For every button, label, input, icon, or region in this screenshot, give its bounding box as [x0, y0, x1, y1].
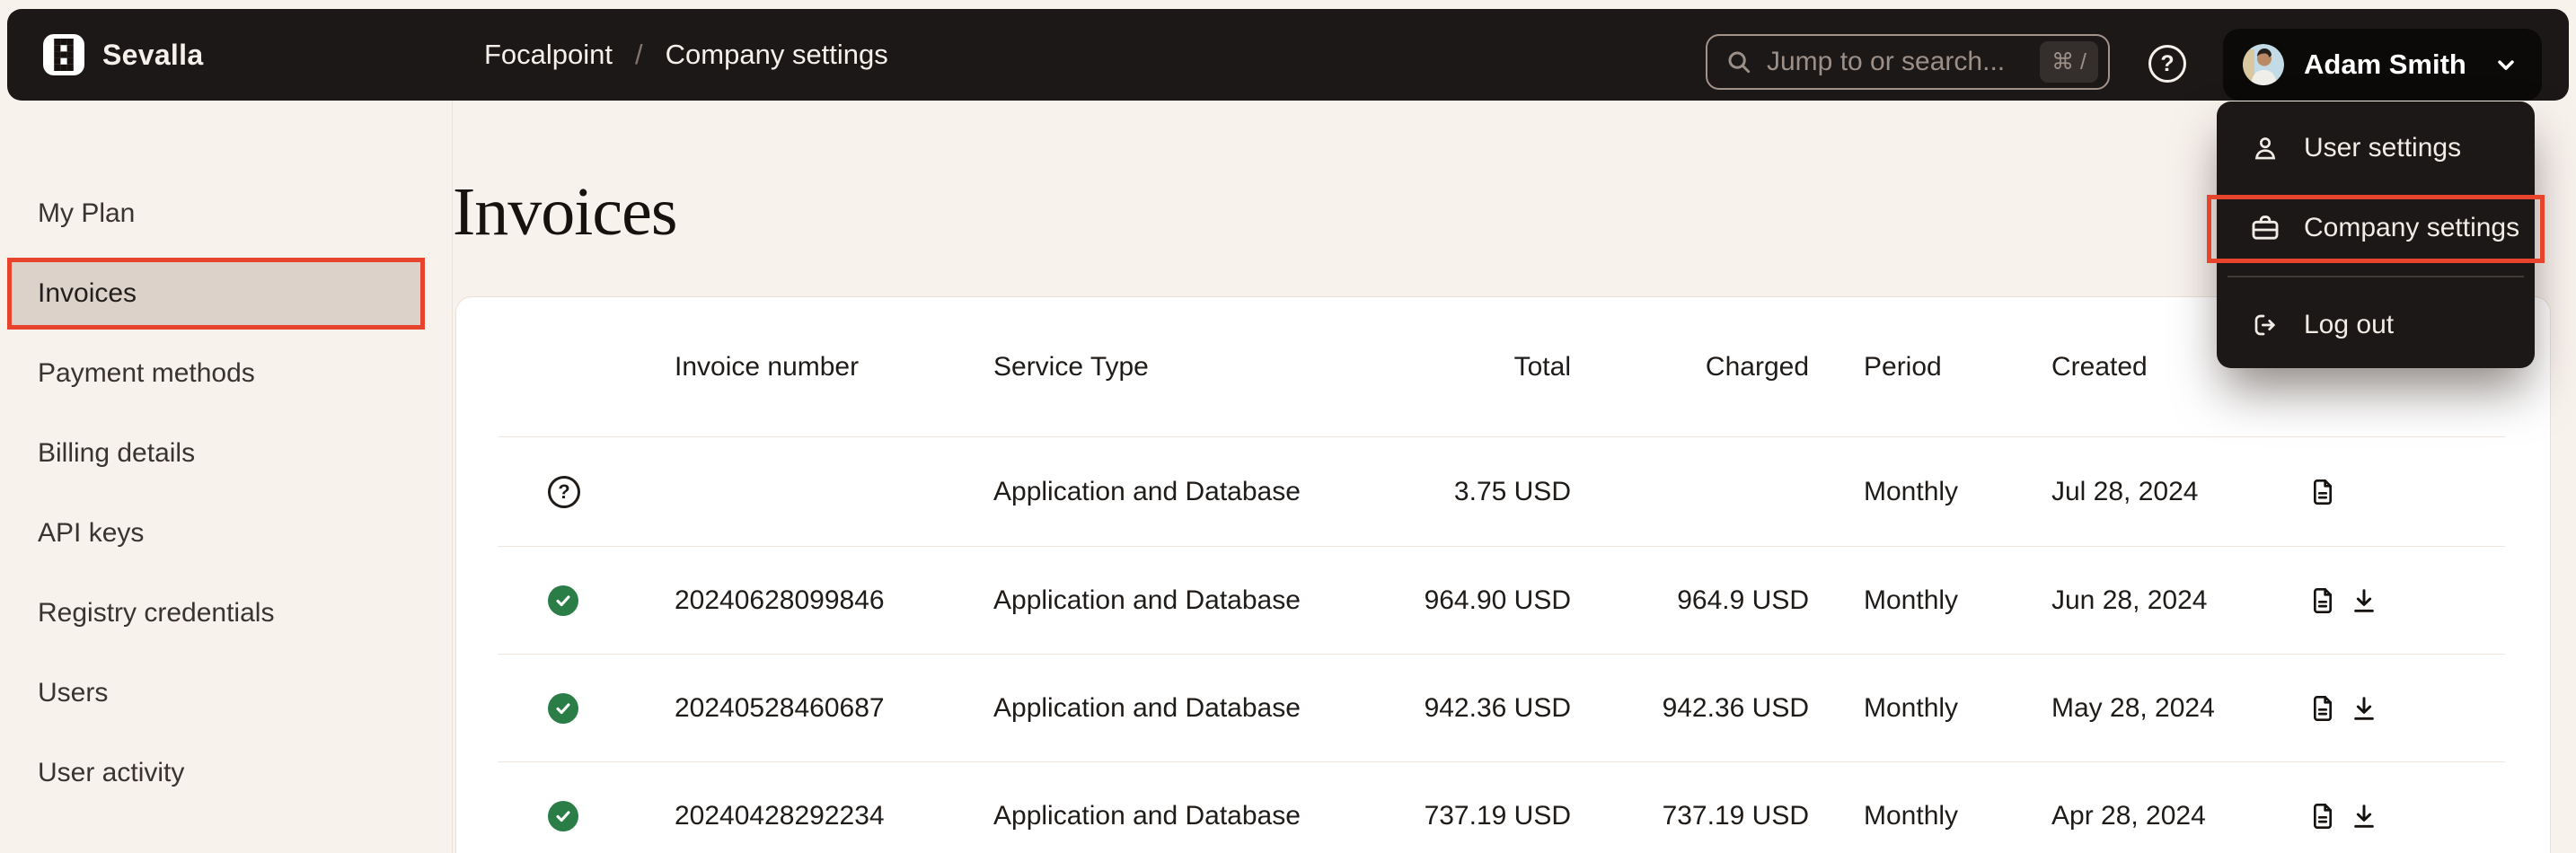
- period-cell: Monthly: [1809, 801, 2051, 831]
- table-row: 20240428292234 Application and Database …: [498, 761, 2505, 853]
- created-cell: May 28, 2024: [2051, 693, 2307, 724]
- settings-sidebar: My Plan Invoices Payment methods Billing…: [7, 178, 425, 809]
- invoice-number-cell: 20240528460687: [675, 693, 993, 724]
- charged-cell: 942.36 USD: [1571, 693, 1809, 724]
- question-icon: ?: [2160, 51, 2174, 77]
- sidebar-item-label: API keys: [38, 518, 144, 549]
- sevalla-logo-icon: [43, 34, 84, 75]
- invoice-number-cell: 20240628099846: [675, 585, 993, 616]
- created-cell: Apr 28, 2024: [2051, 801, 2307, 831]
- download-invoice-icon[interactable]: [2350, 694, 2378, 723]
- status-paid-check-icon: [548, 801, 578, 831]
- brand[interactable]: Sevalla: [43, 9, 203, 101]
- chevron-down-icon: [2493, 52, 2519, 77]
- status-paid-check-icon: [548, 585, 578, 616]
- table-header-row: Invoice number Service Type Total Charge…: [498, 297, 2505, 436]
- breadcrumb-current[interactable]: Company settings: [666, 39, 888, 71]
- breadcrumb-project[interactable]: Focalpoint: [484, 39, 613, 71]
- service-type-cell: Application and Database: [993, 585, 1310, 616]
- sidebar-item-invoices[interactable]: Invoices: [7, 258, 425, 330]
- menu-item-user-settings[interactable]: User settings: [2217, 119, 2535, 177]
- sidebar-item-payment-methods[interactable]: Payment methods: [7, 338, 425, 409]
- total-cell: 3.75 USD: [1310, 477, 1571, 507]
- avatar: [2243, 44, 2284, 85]
- total-cell: 942.36 USD: [1310, 693, 1571, 724]
- download-invoice-icon[interactable]: [2350, 586, 2378, 615]
- period-cell: Monthly: [1809, 477, 2051, 507]
- total-cell: 964.90 USD: [1310, 585, 1571, 616]
- menu-divider: [2228, 276, 2524, 277]
- invoices-table-card: Invoice number Service Type Total Charge…: [455, 296, 2551, 853]
- status-paid-check-icon: [548, 693, 578, 724]
- menu-item-label: Company settings: [2304, 213, 2519, 243]
- briefcase-icon: [2250, 213, 2280, 243]
- sidebar-item-api-keys[interactable]: API keys: [7, 497, 425, 569]
- view-invoice-icon[interactable]: [2308, 694, 2337, 723]
- total-cell: 737.19 USD: [1310, 801, 1571, 831]
- sidebar-item-user-activity[interactable]: User activity: [7, 737, 425, 809]
- menu-item-label: Log out: [2304, 310, 2394, 340]
- sidebar-item-registry-credentials[interactable]: Registry credentials: [7, 577, 425, 649]
- sidebar-item-label: My Plan: [38, 198, 135, 229]
- help-button[interactable]: ?: [2148, 45, 2186, 83]
- service-type-cell: Application and Database: [993, 477, 1310, 507]
- col-invoice-number: Invoice number: [675, 352, 993, 383]
- sidebar-item-users[interactable]: Users: [7, 657, 425, 729]
- view-invoice-icon[interactable]: [2308, 586, 2337, 615]
- period-cell: Monthly: [1809, 693, 2051, 724]
- sidebar-item-billing-details[interactable]: Billing details: [7, 418, 425, 489]
- user-dropdown-menu: User settings Company settings Log out: [2217, 101, 2535, 368]
- sidebar-item-my-plan[interactable]: My Plan: [7, 178, 425, 250]
- sidebar-item-label: Users: [38, 678, 108, 708]
- charged-cell: 737.19 USD: [1571, 801, 1809, 831]
- user-icon: [2250, 134, 2280, 163]
- service-type-cell: Application and Database: [993, 801, 1310, 831]
- search-shortcut-badge: ⌘ /: [2040, 41, 2098, 83]
- app-header: Sevalla Focalpoint / Company settings Ju…: [7, 9, 2569, 101]
- sidebar-item-label: User activity: [38, 758, 184, 788]
- breadcrumb: Focalpoint / Company settings: [484, 9, 888, 101]
- page-title: Invoices: [453, 173, 676, 251]
- table-row: 20240628099846 Application and Database …: [498, 546, 2505, 654]
- sidebar-item-label: Billing details: [38, 438, 195, 469]
- service-type-cell: Application and Database: [993, 693, 1310, 724]
- logout-icon: [2250, 311, 2280, 339]
- pixel-eight-glyph: [54, 39, 74, 71]
- period-cell: Monthly: [1809, 585, 2051, 616]
- brand-name: Sevalla: [102, 39, 203, 72]
- menu-item-label: User settings: [2304, 133, 2461, 163]
- col-total: Total: [1310, 352, 1571, 383]
- charged-cell: 964.9 USD: [1571, 585, 1809, 616]
- breadcrumb-separator: /: [635, 39, 643, 71]
- table-row: ? Application and Database 3.75 USD Mont…: [498, 436, 2505, 546]
- table-row: 20240528460687 Application and Database …: [498, 654, 2505, 761]
- sidebar-item-label: Payment methods: [38, 358, 255, 389]
- status-pending-question-icon[interactable]: ?: [548, 476, 580, 508]
- created-cell: Jun 28, 2024: [2051, 585, 2307, 616]
- menu-item-company-settings[interactable]: Company settings: [2217, 199, 2535, 257]
- search-icon: [1725, 48, 1752, 75]
- search-placeholder: Jump to or search...: [1767, 47, 2025, 77]
- col-period: Period: [1809, 352, 2051, 383]
- col-service-type: Service Type: [993, 352, 1310, 383]
- invoice-number-cell: 20240428292234: [675, 801, 993, 831]
- menu-item-log-out[interactable]: Log out: [2217, 296, 2535, 354]
- col-charged: Charged: [1571, 352, 1809, 383]
- search-input[interactable]: Jump to or search... ⌘ /: [1706, 34, 2110, 90]
- created-cell: Jul 28, 2024: [2051, 477, 2307, 507]
- sidebar-item-label: Registry credentials: [38, 598, 274, 629]
- view-invoice-icon[interactable]: [2308, 478, 2337, 506]
- user-menu-button[interactable]: Adam Smith: [2223, 29, 2542, 101]
- sidebar-item-label: Invoices: [38, 278, 137, 309]
- user-name: Adam Smith: [2304, 48, 2474, 81]
- view-invoice-icon[interactable]: [2308, 802, 2337, 831]
- download-invoice-icon[interactable]: [2350, 802, 2378, 831]
